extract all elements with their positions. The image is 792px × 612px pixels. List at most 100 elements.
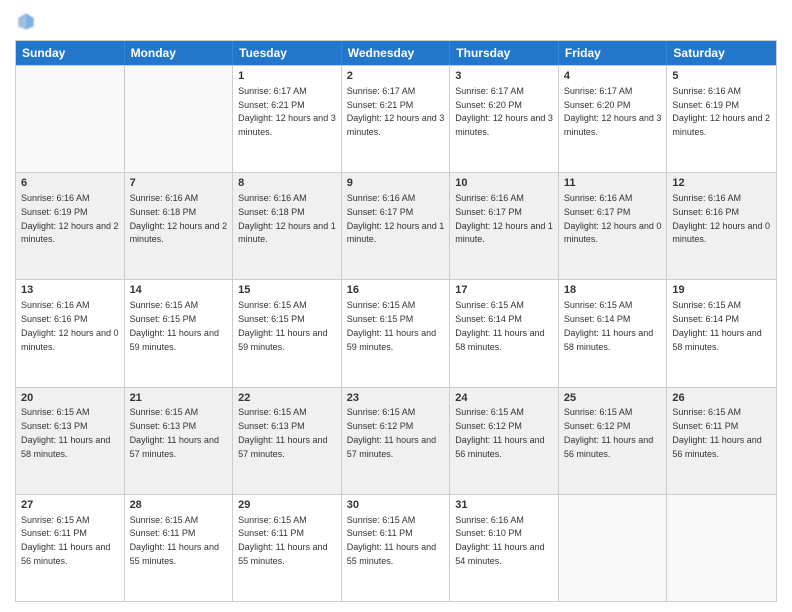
day-number: 20: [21, 391, 119, 406]
cal-header-wednesday: Wednesday: [342, 41, 451, 65]
day-number: 16: [347, 283, 445, 298]
day-info: Sunrise: 6:15 AM Sunset: 6:14 PM Dayligh…: [564, 300, 653, 351]
day-number: 25: [564, 391, 662, 406]
cal-cell: 8 Sunrise: 6:16 AM Sunset: 6:18 PM Daylig…: [233, 173, 342, 279]
cal-cell: 18 Sunrise: 6:15 AM Sunset: 6:14 PM Dayli…: [559, 280, 668, 386]
cal-cell: 29 Sunrise: 6:15 AM Sunset: 6:11 PM Dayli…: [233, 495, 342, 601]
logo: [15, 10, 40, 32]
cal-cell: 23Sunrise: 6:15 AM Sunset: 6:12 PM Dayli…: [342, 388, 451, 494]
cal-week-4: 27 Sunrise: 6:15 AM Sunset: 6:11 PM Dayli…: [16, 494, 776, 601]
cal-week-2: 13 Sunrise: 6:16 AM Sunset: 6:16 PM Dayli…: [16, 279, 776, 386]
day-info: Sunrise: 6:16 AM Sunset: 6:18 PM Dayligh…: [238, 193, 336, 244]
day-number: 5: [672, 69, 771, 84]
day-number: 12: [672, 176, 771, 191]
day-info: Sunrise: 6:16 AM Sunset: 6:18 PM Dayligh…: [130, 193, 228, 244]
day-number: 31: [455, 498, 553, 513]
day-info: Sunrise: 6:16 AM Sunset: 6:17 PM Dayligh…: [564, 193, 662, 244]
day-info: Sunrise: 6:16 AM Sunset: 6:10 PM Dayligh…: [455, 515, 544, 566]
day-info: Sunrise: 6:17 AM Sunset: 6:20 PM Dayligh…: [564, 86, 662, 137]
cal-cell: 7 Sunrise: 6:16 AM Sunset: 6:18 PM Daylig…: [125, 173, 234, 279]
cal-cell: 9Sunrise: 6:16 AM Sunset: 6:17 PM Daylig…: [342, 173, 451, 279]
cal-cell: 12 Sunrise: 6:16 AM Sunset: 6:16 PM Dayli…: [667, 173, 776, 279]
day-info: Sunrise: 6:15 AM Sunset: 6:14 PM Dayligh…: [672, 300, 761, 351]
day-info: Sunrise: 6:17 AM Sunset: 6:20 PM Dayligh…: [455, 86, 553, 137]
day-number: 22: [238, 391, 336, 406]
cal-cell: 19 Sunrise: 6:15 AM Sunset: 6:14 PM Dayli…: [667, 280, 776, 386]
day-info: Sunrise: 6:15 AM Sunset: 6:13 PM Dayligh…: [21, 407, 110, 458]
day-number: 15: [238, 283, 336, 298]
day-number: 3: [455, 69, 553, 84]
cal-week-1: 6 Sunrise: 6:16 AM Sunset: 6:19 PM Daylig…: [16, 172, 776, 279]
cal-cell: 2 Sunrise: 6:17 AM Sunset: 6:21 PM Daylig…: [342, 66, 451, 172]
day-info: Sunrise: 6:15 AM Sunset: 6:12 PM Dayligh…: [347, 407, 436, 458]
cal-cell: 20Sunrise: 6:15 AM Sunset: 6:13 PM Dayli…: [16, 388, 125, 494]
day-number: 1: [238, 69, 336, 84]
day-info: Sunrise: 6:16 AM Sunset: 6:16 PM Dayligh…: [21, 300, 119, 351]
day-info: Sunrise: 6:15 AM Sunset: 6:13 PM Dayligh…: [238, 407, 327, 458]
day-info: Sunrise: 6:15 AM Sunset: 6:11 PM Dayligh…: [672, 407, 761, 458]
day-info: Sunrise: 6:15 AM Sunset: 6:11 PM Dayligh…: [21, 515, 110, 566]
day-number: 2: [347, 69, 445, 84]
day-number: 24: [455, 391, 553, 406]
cal-cell: 11 Sunrise: 6:16 AM Sunset: 6:17 PM Dayli…: [559, 173, 668, 279]
day-number: 30: [347, 498, 445, 513]
cal-cell: 22Sunrise: 6:15 AM Sunset: 6:13 PM Dayli…: [233, 388, 342, 494]
cal-header-monday: Monday: [125, 41, 234, 65]
cal-cell: [16, 66, 125, 172]
cal-header-saturday: Saturday: [667, 41, 776, 65]
day-info: Sunrise: 6:15 AM Sunset: 6:11 PM Dayligh…: [130, 515, 219, 566]
cal-cell: 13 Sunrise: 6:16 AM Sunset: 6:16 PM Dayli…: [16, 280, 125, 386]
day-info: Sunrise: 6:15 AM Sunset: 6:12 PM Dayligh…: [564, 407, 653, 458]
day-number: 28: [130, 498, 228, 513]
day-number: 13: [21, 283, 119, 298]
cal-cell: 5 Sunrise: 6:16 AM Sunset: 6:19 PM Daylig…: [667, 66, 776, 172]
cal-cell: 24Sunrise: 6:15 AM Sunset: 6:12 PM Dayli…: [450, 388, 559, 494]
cal-cell: [667, 495, 776, 601]
day-number: 18: [564, 283, 662, 298]
day-info: Sunrise: 6:17 AM Sunset: 6:21 PM Dayligh…: [347, 86, 445, 137]
day-info: Sunrise: 6:16 AM Sunset: 6:19 PM Dayligh…: [21, 193, 119, 244]
day-info: Sunrise: 6:15 AM Sunset: 6:11 PM Dayligh…: [238, 515, 327, 566]
cal-week-3: 20Sunrise: 6:15 AM Sunset: 6:13 PM Dayli…: [16, 387, 776, 494]
cal-cell: 15 Sunrise: 6:15 AM Sunset: 6:15 PM Dayli…: [233, 280, 342, 386]
day-number: 21: [130, 391, 228, 406]
day-number: 23: [347, 391, 445, 406]
day-info: Sunrise: 6:17 AM Sunset: 6:21 PM Dayligh…: [238, 86, 336, 137]
calendar: SundayMondayTuesdayWednesdayThursdayFrid…: [15, 40, 777, 602]
day-info: Sunrise: 6:15 AM Sunset: 6:14 PM Dayligh…: [455, 300, 544, 351]
cal-cell: 1 Sunrise: 6:17 AM Sunset: 6:21 PM Daylig…: [233, 66, 342, 172]
cal-cell: 6 Sunrise: 6:16 AM Sunset: 6:19 PM Daylig…: [16, 173, 125, 279]
day-number: 7: [130, 176, 228, 191]
cal-cell: 21Sunrise: 6:15 AM Sunset: 6:13 PM Dayli…: [125, 388, 234, 494]
cal-cell: [559, 495, 668, 601]
day-number: 27: [21, 498, 119, 513]
cal-cell: 28 Sunrise: 6:15 AM Sunset: 6:11 PM Dayli…: [125, 495, 234, 601]
day-number: 10: [455, 176, 553, 191]
day-number: 6: [21, 176, 119, 191]
day-number: 8: [238, 176, 336, 191]
day-number: 17: [455, 283, 553, 298]
day-info: Sunrise: 6:15 AM Sunset: 6:15 PM Dayligh…: [347, 300, 436, 351]
day-info: Sunrise: 6:16 AM Sunset: 6:19 PM Dayligh…: [672, 86, 770, 137]
day-info: Sunrise: 6:15 AM Sunset: 6:15 PM Dayligh…: [238, 300, 327, 351]
cal-header-tuesday: Tuesday: [233, 41, 342, 65]
day-number: 26: [672, 391, 771, 406]
cal-cell: 26Sunrise: 6:15 AM Sunset: 6:11 PM Dayli…: [667, 388, 776, 494]
day-info: Sunrise: 6:16 AM Sunset: 6:16 PM Dayligh…: [672, 193, 770, 244]
day-info: Sunrise: 6:15 AM Sunset: 6:13 PM Dayligh…: [130, 407, 219, 458]
cal-header-sunday: Sunday: [16, 41, 125, 65]
cal-cell: 30Sunrise: 6:15 AM Sunset: 6:11 PM Dayli…: [342, 495, 451, 601]
logo-icon: [15, 10, 37, 32]
cal-cell: 25Sunrise: 6:15 AM Sunset: 6:12 PM Dayli…: [559, 388, 668, 494]
day-number: 19: [672, 283, 771, 298]
day-number: 29: [238, 498, 336, 513]
cal-week-0: 1 Sunrise: 6:17 AM Sunset: 6:21 PM Daylig…: [16, 65, 776, 172]
cal-cell: 27 Sunrise: 6:15 AM Sunset: 6:11 PM Dayli…: [16, 495, 125, 601]
cal-cell: 3 Sunrise: 6:17 AM Sunset: 6:20 PM Daylig…: [450, 66, 559, 172]
calendar-header-row: SundayMondayTuesdayWednesdayThursdayFrid…: [16, 41, 776, 65]
cal-header-friday: Friday: [559, 41, 668, 65]
calendar-body: 1 Sunrise: 6:17 AM Sunset: 6:21 PM Daylig…: [16, 65, 776, 601]
cal-cell: [125, 66, 234, 172]
day-number: 11: [564, 176, 662, 191]
cal-cell: 10Sunrise: 6:16 AM Sunset: 6:17 PM Dayli…: [450, 173, 559, 279]
